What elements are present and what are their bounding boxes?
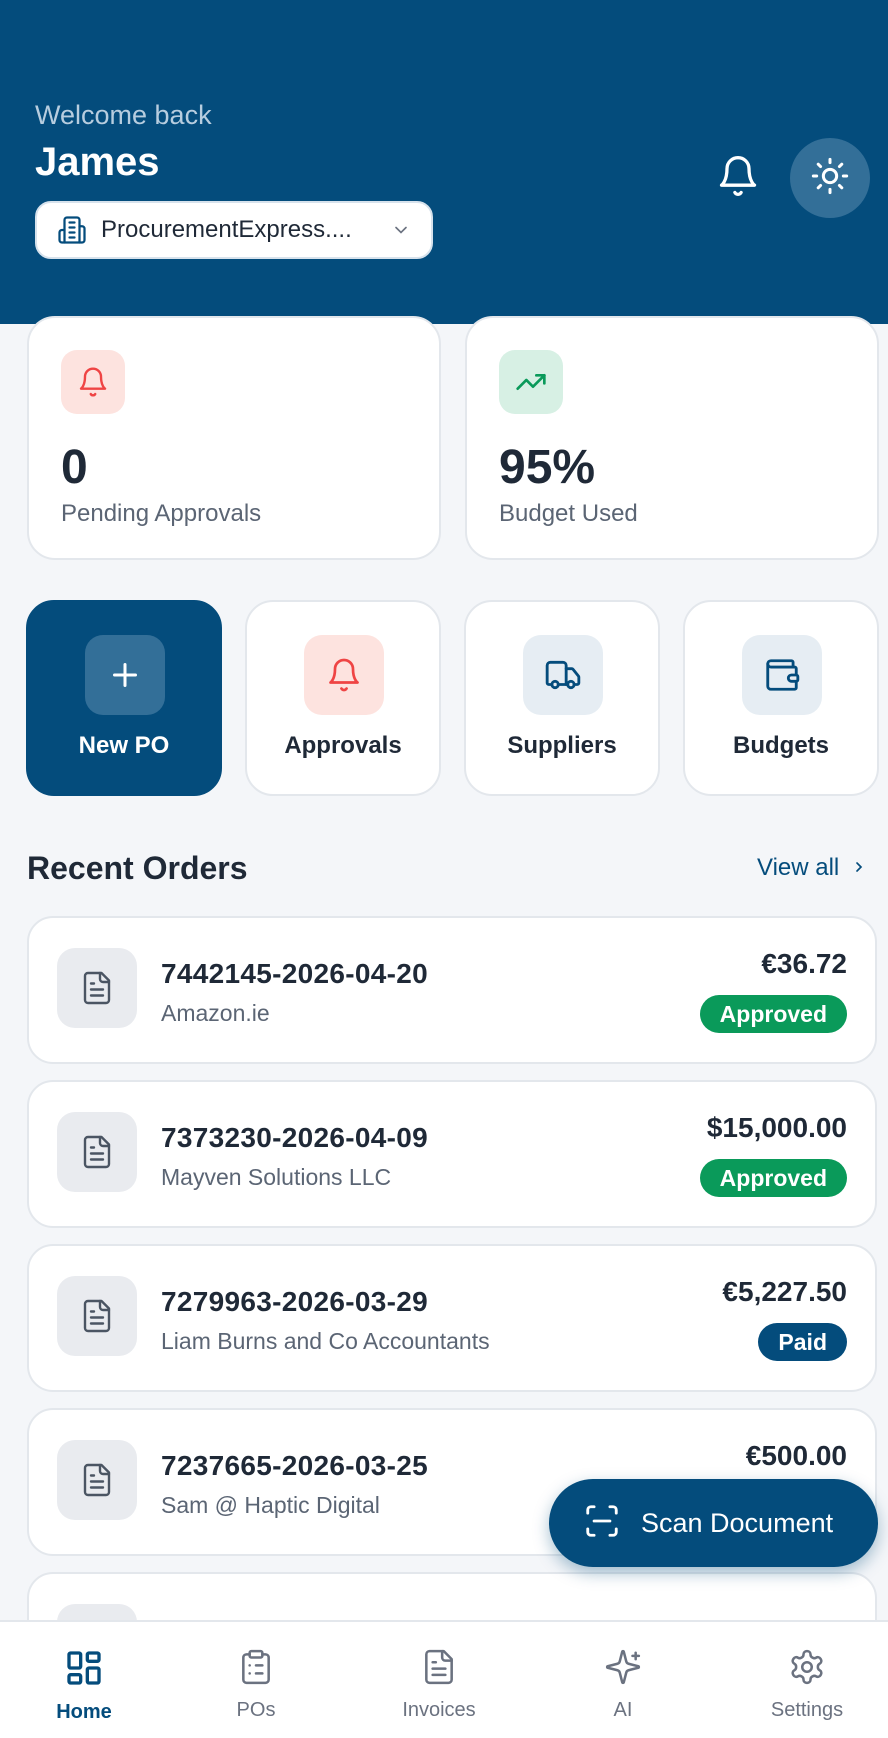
status-badge: Paid [758, 1323, 847, 1361]
chevron-down-icon [391, 220, 411, 240]
theme-toggle-button[interactable] [790, 138, 870, 218]
document-icon [57, 1440, 137, 1520]
scan-document-button[interactable]: Scan Document [549, 1479, 878, 1567]
nav-invoices[interactable]: Invoices [369, 1648, 509, 1722]
clipboard-list-icon [237, 1648, 275, 1691]
suppliers-label: Suppliers [507, 732, 617, 759]
nav-home-label: Home [56, 1701, 112, 1723]
order-amount: €36.72 [761, 948, 847, 979]
status-badge: Approved [699, 1159, 847, 1197]
home-grid-icon [64, 1648, 104, 1693]
document-icon [57, 948, 137, 1028]
chevron-right-icon [839, 854, 867, 882]
nav-pos[interactable]: POs [186, 1648, 326, 1722]
nav-settings[interactable]: Settings [737, 1648, 877, 1722]
wallet-icon [742, 635, 822, 715]
nav-ai-label: AI [613, 1699, 633, 1721]
bell-icon [61, 350, 125, 414]
view-all-link[interactable]: View all [757, 854, 867, 882]
nav-settings-label: Settings [770, 1699, 844, 1721]
invoice-document-icon [420, 1648, 458, 1691]
document-icon [57, 1276, 137, 1356]
bottom-navigation: Home POs Invoices AI Settings [0, 1620, 888, 1738]
welcome-text: Welcome back [35, 100, 212, 130]
bell-icon [304, 635, 384, 715]
app-header: Welcome back James ProcurementExpress...… [0, 0, 888, 324]
supplier-name: Sam @ Haptic Digital [161, 1492, 380, 1518]
nav-ai[interactable]: AI [553, 1648, 693, 1722]
order-row[interactable]: 7279963-2026-03-29 Liam Burns and Co Acc… [27, 1244, 877, 1392]
scan-icon [583, 1502, 621, 1545]
trending-up-icon [499, 350, 563, 414]
order-row[interactable]: 7373230-2026-04-09 Mayven Solutions LLC … [27, 1080, 877, 1228]
nav-pos-label: POs [236, 1699, 276, 1721]
supplier-name: Mayven Solutions LLC [161, 1164, 392, 1190]
po-number: 7442145-2026-04-20 [161, 958, 428, 989]
pending-approvals-value: 0 [61, 441, 88, 494]
new-po-label: New PO [78, 732, 170, 759]
budgets-label: Budgets [733, 732, 829, 759]
order-amount: €5,227.50 [722, 1276, 847, 1307]
view-all-label: View all [757, 854, 840, 881]
notifications-bell-icon[interactable] [716, 154, 760, 198]
plus-icon [85, 635, 165, 715]
budget-used-card[interactable]: 95% Budget Used [465, 316, 879, 560]
document-icon [57, 1112, 137, 1192]
approvals-button[interactable]: Approvals [245, 600, 441, 796]
recent-orders-title: Recent Orders [27, 850, 248, 886]
sun-icon [810, 156, 850, 201]
pending-approvals-card[interactable]: 0 Pending Approvals [27, 316, 441, 560]
gear-icon [788, 1648, 826, 1691]
order-amount: €500.00 [745, 1440, 847, 1471]
po-number: 7373230-2026-04-09 [161, 1122, 428, 1153]
new-po-button[interactable]: New PO [26, 600, 222, 796]
status-badge: Approved [699, 995, 847, 1033]
budget-used-label: Budget Used [499, 500, 638, 527]
user-name: James [35, 140, 160, 184]
building-icon [57, 215, 87, 245]
supplier-name: Liam Burns and Co Accountants [161, 1328, 490, 1354]
pending-approvals-label: Pending Approvals [61, 500, 262, 527]
scan-document-label: Scan Document [641, 1507, 834, 1538]
nav-home[interactable]: Home [14, 1648, 154, 1724]
supplier-name: Amazon.ie [161, 1000, 270, 1026]
po-number: 7279963-2026-03-29 [161, 1286, 428, 1317]
order-amount: $15,000.00 [706, 1112, 847, 1143]
approvals-label: Approvals [284, 732, 402, 759]
sparkles-icon [604, 1648, 642, 1691]
budget-used-value: 95% [499, 441, 596, 494]
nav-invoices-label: Invoices [402, 1699, 476, 1721]
order-row[interactable]: 7442145-2026-04-20 Amazon.ie €36.72 Appr… [27, 916, 877, 1064]
suppliers-button[interactable]: Suppliers [464, 600, 660, 796]
truck-icon [523, 635, 603, 715]
budgets-button[interactable]: Budgets [683, 600, 879, 796]
organization-name: ProcurementExpress.... [101, 216, 352, 243]
organization-selector[interactable]: ProcurementExpress.... [35, 201, 433, 259]
po-number: 7237665-2026-03-25 [161, 1450, 428, 1481]
